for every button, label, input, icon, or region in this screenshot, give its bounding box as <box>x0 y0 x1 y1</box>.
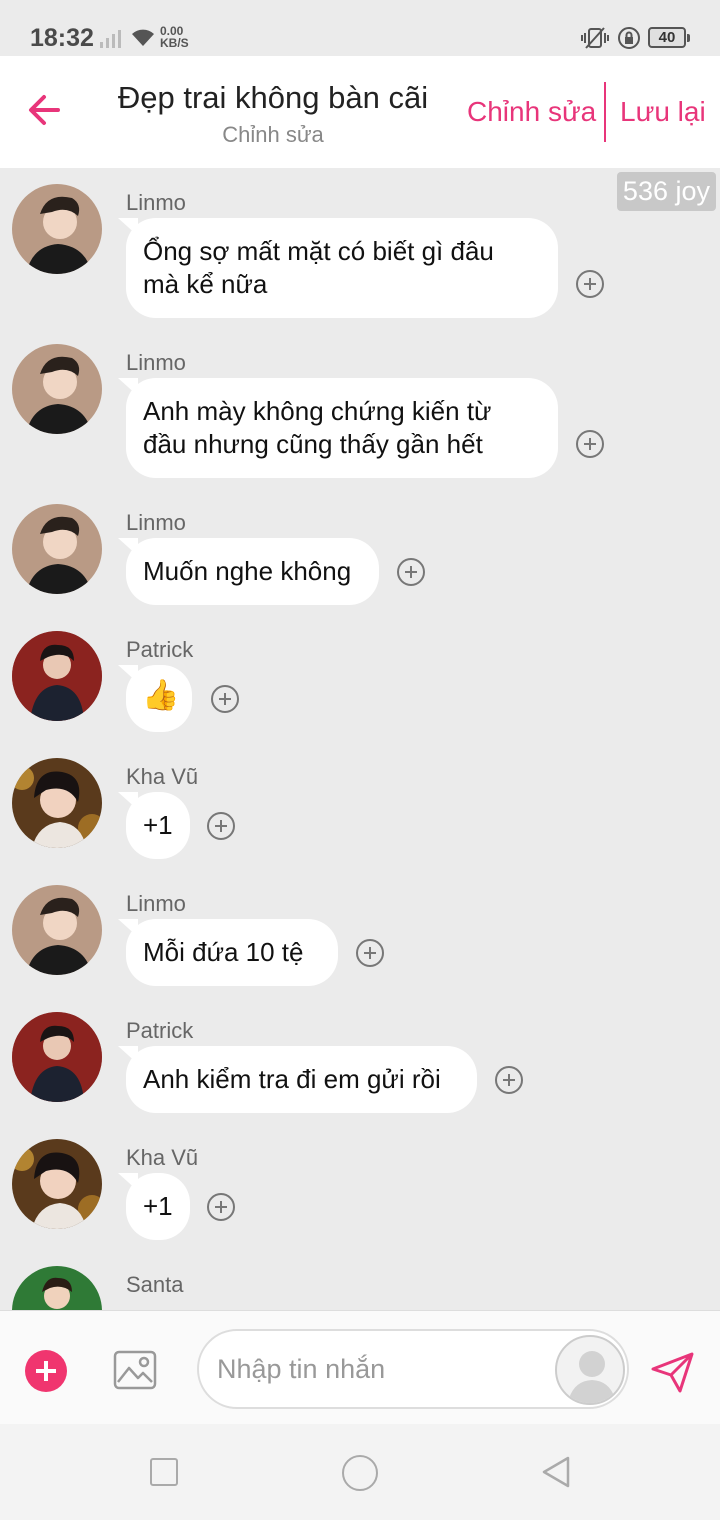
status-time: 18:32 <box>30 24 94 52</box>
sender-name: Santa <box>126 1272 184 1297</box>
wifi-icon <box>132 29 154 46</box>
sender-name: Patrick <box>126 1018 194 1043</box>
avatar-linmo[interactable] <box>12 885 102 975</box>
back-arrow-icon[interactable] <box>24 88 68 132</box>
sender-name: Linmo <box>126 891 186 916</box>
user-avatar-icon[interactable] <box>555 1335 625 1405</box>
message-bubble[interactable]: Anh kiểm tra đi em gửi rồi <box>126 1046 477 1113</box>
message-bubble[interactable]: Ổng sợ mất mặt có biết gì đâu mà kể nữa <box>126 218 558 318</box>
avatar-patrick[interactable] <box>12 631 102 721</box>
sender-name: Linmo <box>126 190 186 215</box>
avatar-santa[interactable] <box>12 1266 102 1310</box>
home-icon[interactable] <box>342 1455 378 1491</box>
chat-subtitle: Chỉnh sửa <box>222 122 324 147</box>
send-icon[interactable] <box>650 1349 696 1395</box>
nav-back-icon[interactable] <box>538 1454 574 1490</box>
react-plus-icon[interactable] <box>397 558 425 586</box>
system-nav-bar <box>0 1424 720 1520</box>
message-bubble[interactable]: Anh mày không chứng kiến từ đầu nhưng cũ… <box>126 378 558 478</box>
react-plus-icon[interactable] <box>495 1066 523 1094</box>
net-speed: 0.00 KB/S <box>160 24 189 50</box>
message-list[interactable]: 536 joy Linmo Ổng sợ mất mặt có biết gì … <box>0 168 720 1310</box>
status-bar: 18:32 0.00 KB/S 40 <box>0 0 720 56</box>
sender-name: Kha Vũ <box>126 1145 199 1170</box>
signal-icon <box>100 30 121 48</box>
react-plus-icon[interactable] <box>207 812 235 840</box>
joy-badge: 536 joy <box>616 172 716 211</box>
sender-name: Patrick <box>126 637 194 662</box>
avatar-kha-vu[interactable] <box>12 1139 102 1229</box>
edit-button[interactable]: Chỉnh sửa <box>467 96 596 128</box>
battery-icon: 40 <box>648 27 690 48</box>
vibrate-icon <box>581 27 609 49</box>
react-plus-icon[interactable] <box>207 1193 235 1221</box>
rotation-lock-icon <box>618 27 640 49</box>
message-bubble[interactable]: Mỗi đứa 10 tệ <box>126 919 338 986</box>
sender-name: Linmo <box>126 350 186 375</box>
add-plus-icon[interactable] <box>25 1350 67 1392</box>
message-bubble[interactable]: +1 <box>126 792 190 859</box>
recents-icon[interactable] <box>150 1458 178 1486</box>
avatar-linmo[interactable] <box>12 344 102 434</box>
react-plus-icon[interactable] <box>576 270 604 298</box>
react-plus-icon[interactable] <box>356 939 384 967</box>
avatar-linmo[interactable] <box>12 184 102 274</box>
message-bubble[interactable]: Muốn nghe không <box>126 538 379 605</box>
react-plus-icon[interactable] <box>576 430 604 458</box>
image-icon[interactable] <box>113 1348 157 1392</box>
avatar-kha-vu[interactable] <box>12 758 102 848</box>
header-divider <box>604 82 606 142</box>
sender-name: Linmo <box>126 510 186 535</box>
save-button[interactable]: Lưu lại <box>620 96 706 128</box>
message-bubble[interactable]: +1 <box>126 1173 190 1240</box>
chat-title: Đẹp trai không bàn cãi <box>117 80 429 115</box>
avatar-linmo[interactable] <box>12 504 102 594</box>
message-bubble[interactable]: 👍 <box>126 665 192 732</box>
chat-header: Đẹp trai không bàn cãi Chỉnh sửa Chỉnh s… <box>0 56 720 168</box>
react-plus-icon[interactable] <box>211 685 239 713</box>
message-composer <box>0 1310 720 1424</box>
avatar-patrick[interactable] <box>12 1012 102 1102</box>
sender-name: Kha Vũ <box>126 764 199 789</box>
